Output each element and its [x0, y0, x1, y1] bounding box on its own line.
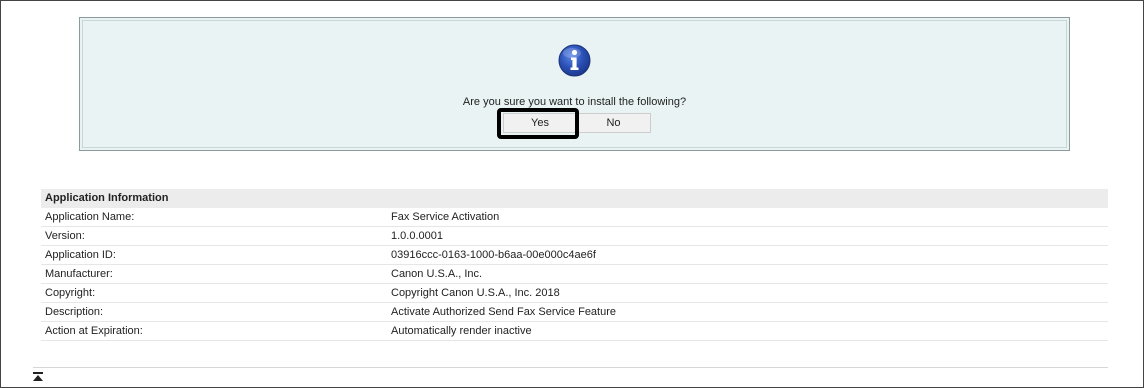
info-value: Fax Service Activation: [391, 211, 500, 223]
info-value: Canon U.S.A., Inc.: [391, 268, 483, 280]
info-row-manufacturer: Manufacturer: Canon U.S.A., Inc.: [41, 265, 1108, 284]
info-row-action-at-expiration: Action at Expiration: Automatically rend…: [41, 322, 1108, 341]
info-label: Description:: [45, 306, 104, 318]
application-information-header: Application Information: [41, 189, 1108, 208]
info-label: Application Name:: [45, 211, 135, 223]
install-confirmation-panel: Are you sure you want to install the fol…: [79, 17, 1070, 151]
info-label: Version:: [45, 230, 85, 242]
info-label: Action at Expiration:: [45, 325, 143, 337]
info-row-copyright: Copyright: Copyright Canon U.S.A., Inc. …: [41, 284, 1108, 303]
confirmation-question: Are you sure you want to install the fol…: [462, 96, 687, 108]
yes-button[interactable]: Yes: [503, 113, 577, 133]
info-value: Copyright Canon U.S.A., Inc. 2018: [391, 287, 560, 299]
info-row-application-id: Application ID: 03916ccc-0163-1000-b6aa-…: [41, 246, 1108, 265]
info-value: 1.0.0.0001: [391, 230, 443, 242]
info-icon: [558, 44, 591, 77]
scroll-to-top-icon[interactable]: [33, 372, 43, 382]
info-label: Application ID:: [45, 249, 116, 261]
footer-divider: [33, 367, 1108, 368]
info-value: Automatically render inactive: [391, 325, 532, 337]
info-row-version: Version: 1.0.0.0001: [41, 227, 1108, 246]
info-value: 03916ccc-0163-1000-b6aa-00e000c4ae6f: [391, 249, 596, 261]
info-row-description: Description: Activate Authorized Send Fa…: [41, 303, 1108, 322]
info-label: Copyright:: [45, 287, 96, 299]
info-label: Manufacturer:: [45, 268, 113, 280]
application-information: Application Information Application Name…: [41, 189, 1108, 341]
info-value: Activate Authorized Send Fax Service Fea…: [391, 306, 617, 318]
info-row-application-name: Application Name: Fax Service Activation: [41, 208, 1108, 227]
no-button[interactable]: No: [577, 113, 651, 133]
confirmation-buttons: Yes No: [503, 113, 651, 133]
